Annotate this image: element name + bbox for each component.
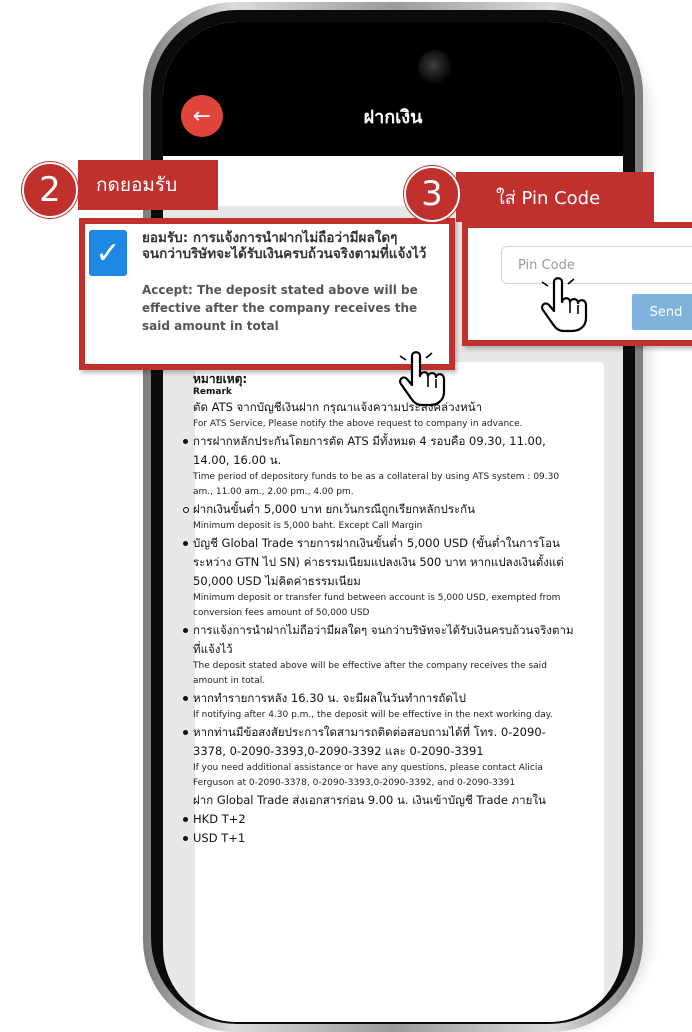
remark-item-th: บัญชี Global Trade รายการฝากเงินขั้นต่ำ …: [193, 536, 564, 588]
remark-item-th: การฝากหลักประกันโดยการตัด ATS มีทั้งหมด …: [193, 434, 546, 467]
remark-item-en: Time period of depository funds to be as…: [193, 472, 560, 497]
remark-item-th: หากท่านมีข้อสงสัยประการใดสามารถติดต่อสอบ…: [193, 725, 546, 758]
accept-text-th: ยอมรับ: การแจ้งการนำฝากไม่ถือว่ามีผลใดๆ …: [142, 230, 427, 262]
remark-item-th: หากทำรายการหลัง 16.30 น. จะมีผลในวันทำกา…: [193, 691, 466, 705]
app-header: ← ฝากเงิน: [163, 22, 623, 156]
accept-checkbox[interactable]: ✓: [89, 230, 127, 276]
bullet-dot: [183, 817, 188, 822]
remark-title: หมายเหตุ:: [193, 372, 248, 386]
step-pin-label: ใส่ Pin Code: [456, 172, 654, 222]
bullet-dot: [183, 730, 188, 735]
remark-content: หมายเหตุ: Remark ตัด ATS จากบัญชีเงินฝาก…: [183, 372, 578, 848]
remark-subtitle: Remark: [193, 387, 232, 397]
hand-pointer-icon: [541, 277, 588, 333]
bullet-dot: [183, 696, 188, 701]
settlement-item: HKD T+2: [183, 810, 578, 829]
step-2-badge: 2: [22, 162, 78, 218]
remark-item-en: Minimum deposit or transfer fund between…: [193, 593, 561, 618]
accept-text-en: Accept: The deposit stated above will be…: [142, 283, 418, 333]
remark-intro-th: ตัด ATS จากบัญชีเงินฝาก กรุณาแจ้งความประ…: [193, 400, 483, 414]
bullet-ring: [183, 507, 189, 513]
remark-item: หากทำรายการหลัง 16.30 น. จะมีผลในวันทำกา…: [183, 689, 578, 723]
page-title: ฝากเงิน: [363, 107, 423, 128]
remark-intro-en: For ATS Service, Please notify the above…: [193, 419, 523, 429]
remark-item-en: The deposit stated above will be effecti…: [193, 661, 547, 686]
check-icon: ✓: [95, 235, 121, 271]
remark-item: การฝากหลักประกันโดยการตัด ATS มีทั้งหมด …: [183, 432, 578, 500]
bullet-dot: [183, 541, 188, 546]
step-3-badge: 3: [404, 166, 460, 222]
settlement-label: USD T+1: [193, 831, 246, 845]
send-button[interactable]: Send: [632, 294, 692, 330]
hand-pointer-icon: [399, 351, 446, 407]
settlement-label: HKD T+2: [193, 812, 246, 826]
camera-lens: [418, 50, 452, 84]
remark-item: การแจ้งการนำฝากไม่ถือว่ามีผลใดๆ จนกว่าบร…: [183, 621, 578, 689]
global-trade-note: ฝาก Global Trade ส่งเอกสารก่อน 9.00 น. เ…: [193, 793, 546, 807]
bullet-dot: [183, 439, 188, 444]
step-accept-label: กดยอมรับ: [78, 160, 218, 210]
remark-item: บัญชี Global Trade รายการฝากเงินขั้นต่ำ …: [183, 534, 578, 621]
bullet-dot: [183, 836, 188, 841]
remark-item: หากท่านมีข้อสงสัยประการใดสามารถติดต่อสอบ…: [183, 723, 578, 791]
remark-item: ฝากเงินขั้นต่ำ 5,000 บาท ยกเว้นกรณีถูกเร…: [183, 500, 578, 534]
remark-item-en: If you need additional assistance or hav…: [193, 763, 543, 788]
settlement-item: USD T+1: [183, 829, 578, 848]
remark-item-th: ฝากเงินขั้นต่ำ 5,000 บาท ยกเว้นกรณีถูกเร…: [193, 502, 476, 516]
remark-item-th: การแจ้งการนำฝากไม่ถือว่ามีผลใดๆ จนกว่าบร…: [193, 623, 574, 656]
remark-item-en: If notifying after 4.30 p.m., the deposi…: [193, 710, 553, 720]
remark-item-en: Minimum deposit is 5,000 baht. Except Ca…: [193, 521, 423, 531]
bullet-dot: [183, 628, 188, 633]
